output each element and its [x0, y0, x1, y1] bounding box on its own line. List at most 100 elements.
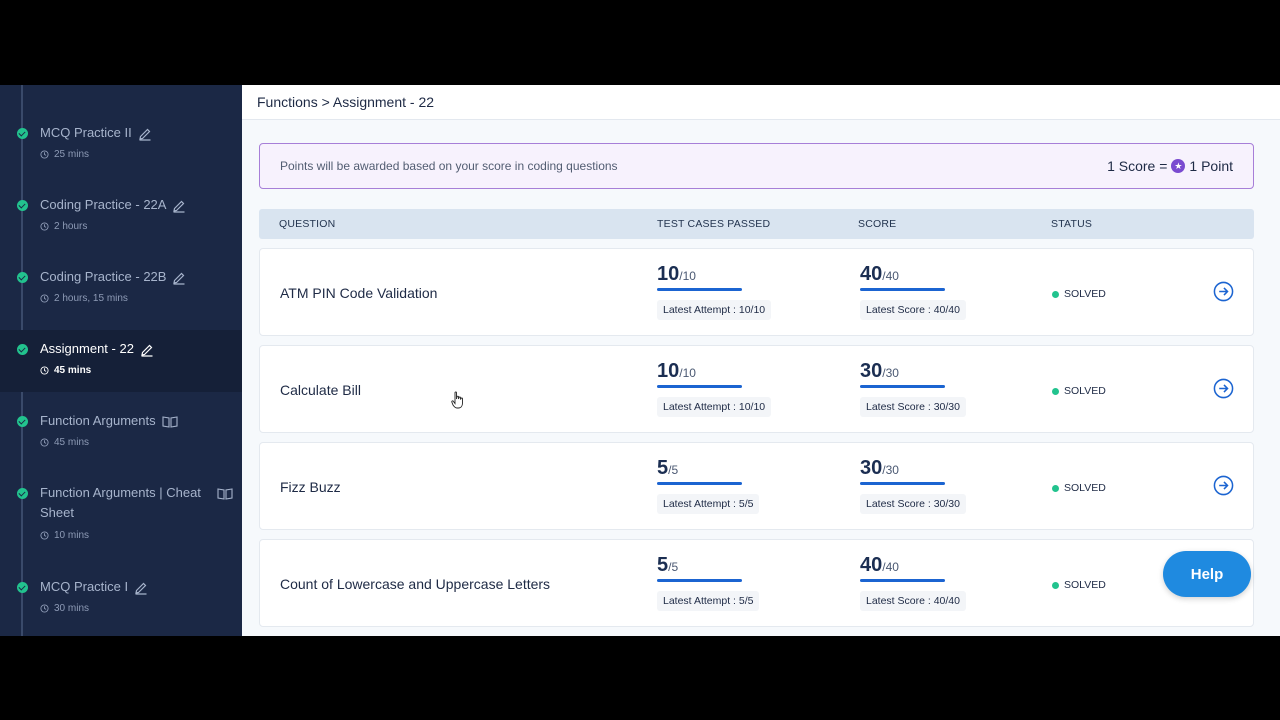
latest-score: Latest Score : 30/30 [860, 494, 966, 514]
clock-icon [40, 366, 49, 375]
clock-icon [40, 150, 49, 159]
score-value: 40 [860, 554, 883, 576]
sidebar-item-coding-practice-22b[interactable]: Coding Practice - 22B 2 hours, 15 mins [0, 259, 242, 319]
test-cases-metric: 5/5 Latest Attempt : 5/5 [657, 457, 760, 514]
sidebar-item-time: 10 mins [54, 530, 90, 541]
points-banner: Points will be awarded based on your sco… [259, 143, 1254, 189]
status-text: SOLVED [1064, 482, 1106, 494]
clock-icon [40, 531, 49, 540]
test-cases-progress-bar [657, 288, 742, 291]
test-cases-metric: 10/10 Latest Attempt : 10/10 [657, 263, 772, 320]
arrow-right-circle-icon[interactable] [1213, 378, 1234, 399]
clock-icon [40, 438, 49, 447]
table-row[interactable]: Fizz Buzz 5/5 Latest Attempt : 5/5 30/30… [259, 442, 1254, 530]
table-row[interactable]: Calculate Bill 10/10 Latest Attempt : 10… [259, 345, 1254, 433]
sidebar: MCQ Practice II 25 mins Coding Practice … [0, 85, 242, 636]
header-status: STATUS [1051, 218, 1093, 230]
edit-icon[interactable] [134, 581, 148, 595]
book-icon[interactable] [217, 487, 233, 501]
edit-icon[interactable] [172, 271, 186, 285]
star-coin-icon: ★ [1171, 159, 1186, 173]
status-text: SOLVED [1064, 288, 1106, 300]
sidebar-item-assignment-22[interactable]: Assignment - 22 45 mins [0, 330, 242, 392]
test-cases-passed: 10 [657, 360, 680, 382]
app-screen: MCQ Practice II 25 mins Coding Practice … [0, 85, 1280, 636]
point-label: 1 Point [1189, 158, 1233, 174]
book-icon[interactable] [162, 415, 178, 429]
score-metric: 40/40 Latest Score : 40/40 [860, 554, 966, 611]
completed-check-icon [17, 488, 28, 499]
test-cases-passed: 10 [657, 263, 680, 285]
test-cases-progress-bar [657, 482, 742, 485]
completed-check-icon [17, 128, 28, 139]
edit-icon[interactable] [140, 343, 154, 357]
status-badge: SOLVED [1052, 482, 1106, 494]
completed-check-icon [17, 582, 28, 593]
score-label: 1 Score = [1107, 158, 1168, 174]
status-badge: SOLVED [1052, 385, 1106, 397]
score-progress-bar [860, 288, 945, 291]
sidebar-item-mcq-practice-ii[interactable]: MCQ Practice II 25 mins [0, 115, 242, 175]
latest-attempt: Latest Attempt : 10/10 [657, 300, 772, 320]
status-dot-icon [1052, 484, 1059, 492]
test-cases-metric: 5/5 Latest Attempt : 5/5 [657, 554, 760, 611]
status-dot-icon [1052, 290, 1059, 298]
hand-cursor-icon [451, 391, 463, 409]
table-row[interactable]: ATM PIN Code Validation 10/10 Latest Att… [259, 248, 1254, 336]
sidebar-item-label: Function Arguments | Cheat Sheet [40, 485, 201, 520]
status-badge: SOLVED [1052, 288, 1106, 300]
sidebar-item-time: 2 hours [54, 221, 88, 232]
question-name[interactable]: Calculate Bill [280, 382, 361, 398]
score-progress-bar [860, 385, 945, 388]
points-conversion: 1 Score = ★ 1 Point [1107, 158, 1233, 174]
test-cases-passed: 5 [657, 554, 669, 576]
completed-check-icon [17, 272, 28, 283]
header-test-cases: TEST CASES PASSED [657, 218, 771, 230]
score-value: 30 [860, 360, 883, 382]
sidebar-item-label: Function Arguments [40, 413, 156, 428]
header-score: SCORE [858, 218, 897, 230]
score-progress-bar [860, 482, 945, 485]
latest-attempt: Latest Attempt : 5/5 [657, 494, 760, 514]
help-button[interactable]: Help [1163, 551, 1251, 597]
question-name[interactable]: Count of Lowercase and Uppercase Letters [280, 576, 550, 592]
sidebar-item-function-arguments-cheat-sheet[interactable]: Function Arguments | Cheat Sheet 10 mins [0, 475, 242, 555]
sidebar-item-coding-practice-22a[interactable]: Coding Practice - 22A 2 hours [0, 187, 242, 247]
score-progress-bar [860, 579, 945, 582]
table-row[interactable]: Count of Lowercase and Uppercase Letters… [259, 539, 1254, 627]
test-cases-progress-bar [657, 385, 742, 388]
arrow-right-circle-icon[interactable] [1213, 281, 1234, 302]
status-text: SOLVED [1064, 385, 1106, 397]
latest-attempt: Latest Attempt : 5/5 [657, 591, 760, 611]
main-content: Functions > Assignment - 22 Points will … [242, 85, 1280, 636]
sidebar-item-time: 2 hours, 15 mins [54, 293, 128, 304]
sidebar-item-mcq-practice-i[interactable]: MCQ Practice I 30 mins [0, 569, 242, 629]
completed-check-icon [17, 344, 28, 355]
question-name[interactable]: ATM PIN Code Validation [280, 285, 437, 301]
test-cases-total: /5 [668, 560, 679, 574]
sidebar-item-label: MCQ Practice I [40, 579, 129, 594]
points-banner-text: Points will be awarded based on your sco… [280, 159, 618, 173]
test-cases-total: /5 [668, 463, 679, 477]
sidebar-item-label: Assignment - 22 [40, 341, 134, 356]
completed-check-icon [17, 200, 28, 211]
score-value: 30 [860, 457, 883, 479]
edit-icon[interactable] [172, 199, 186, 213]
arrow-right-circle-icon[interactable] [1213, 475, 1234, 496]
latest-attempt: Latest Attempt : 10/10 [657, 397, 772, 417]
score-total: /40 [882, 269, 899, 283]
status-dot-icon [1052, 581, 1059, 589]
question-name[interactable]: Fizz Buzz [280, 479, 341, 495]
score-metric: 30/30 Latest Score : 30/30 [860, 457, 966, 514]
header-question: QUESTION [279, 218, 336, 230]
sidebar-item-label: MCQ Practice II [40, 125, 132, 140]
test-cases-total: /10 [679, 269, 696, 283]
latest-score: Latest Score : 40/40 [860, 591, 966, 611]
status-text: SOLVED [1064, 579, 1106, 591]
test-cases-passed: 5 [657, 457, 669, 479]
clock-icon [40, 222, 49, 231]
score-total: /30 [882, 463, 899, 477]
sidebar-item-function-arguments[interactable]: Function Arguments 45 mins [0, 403, 242, 463]
test-cases-progress-bar [657, 579, 742, 582]
edit-icon[interactable] [138, 127, 152, 141]
